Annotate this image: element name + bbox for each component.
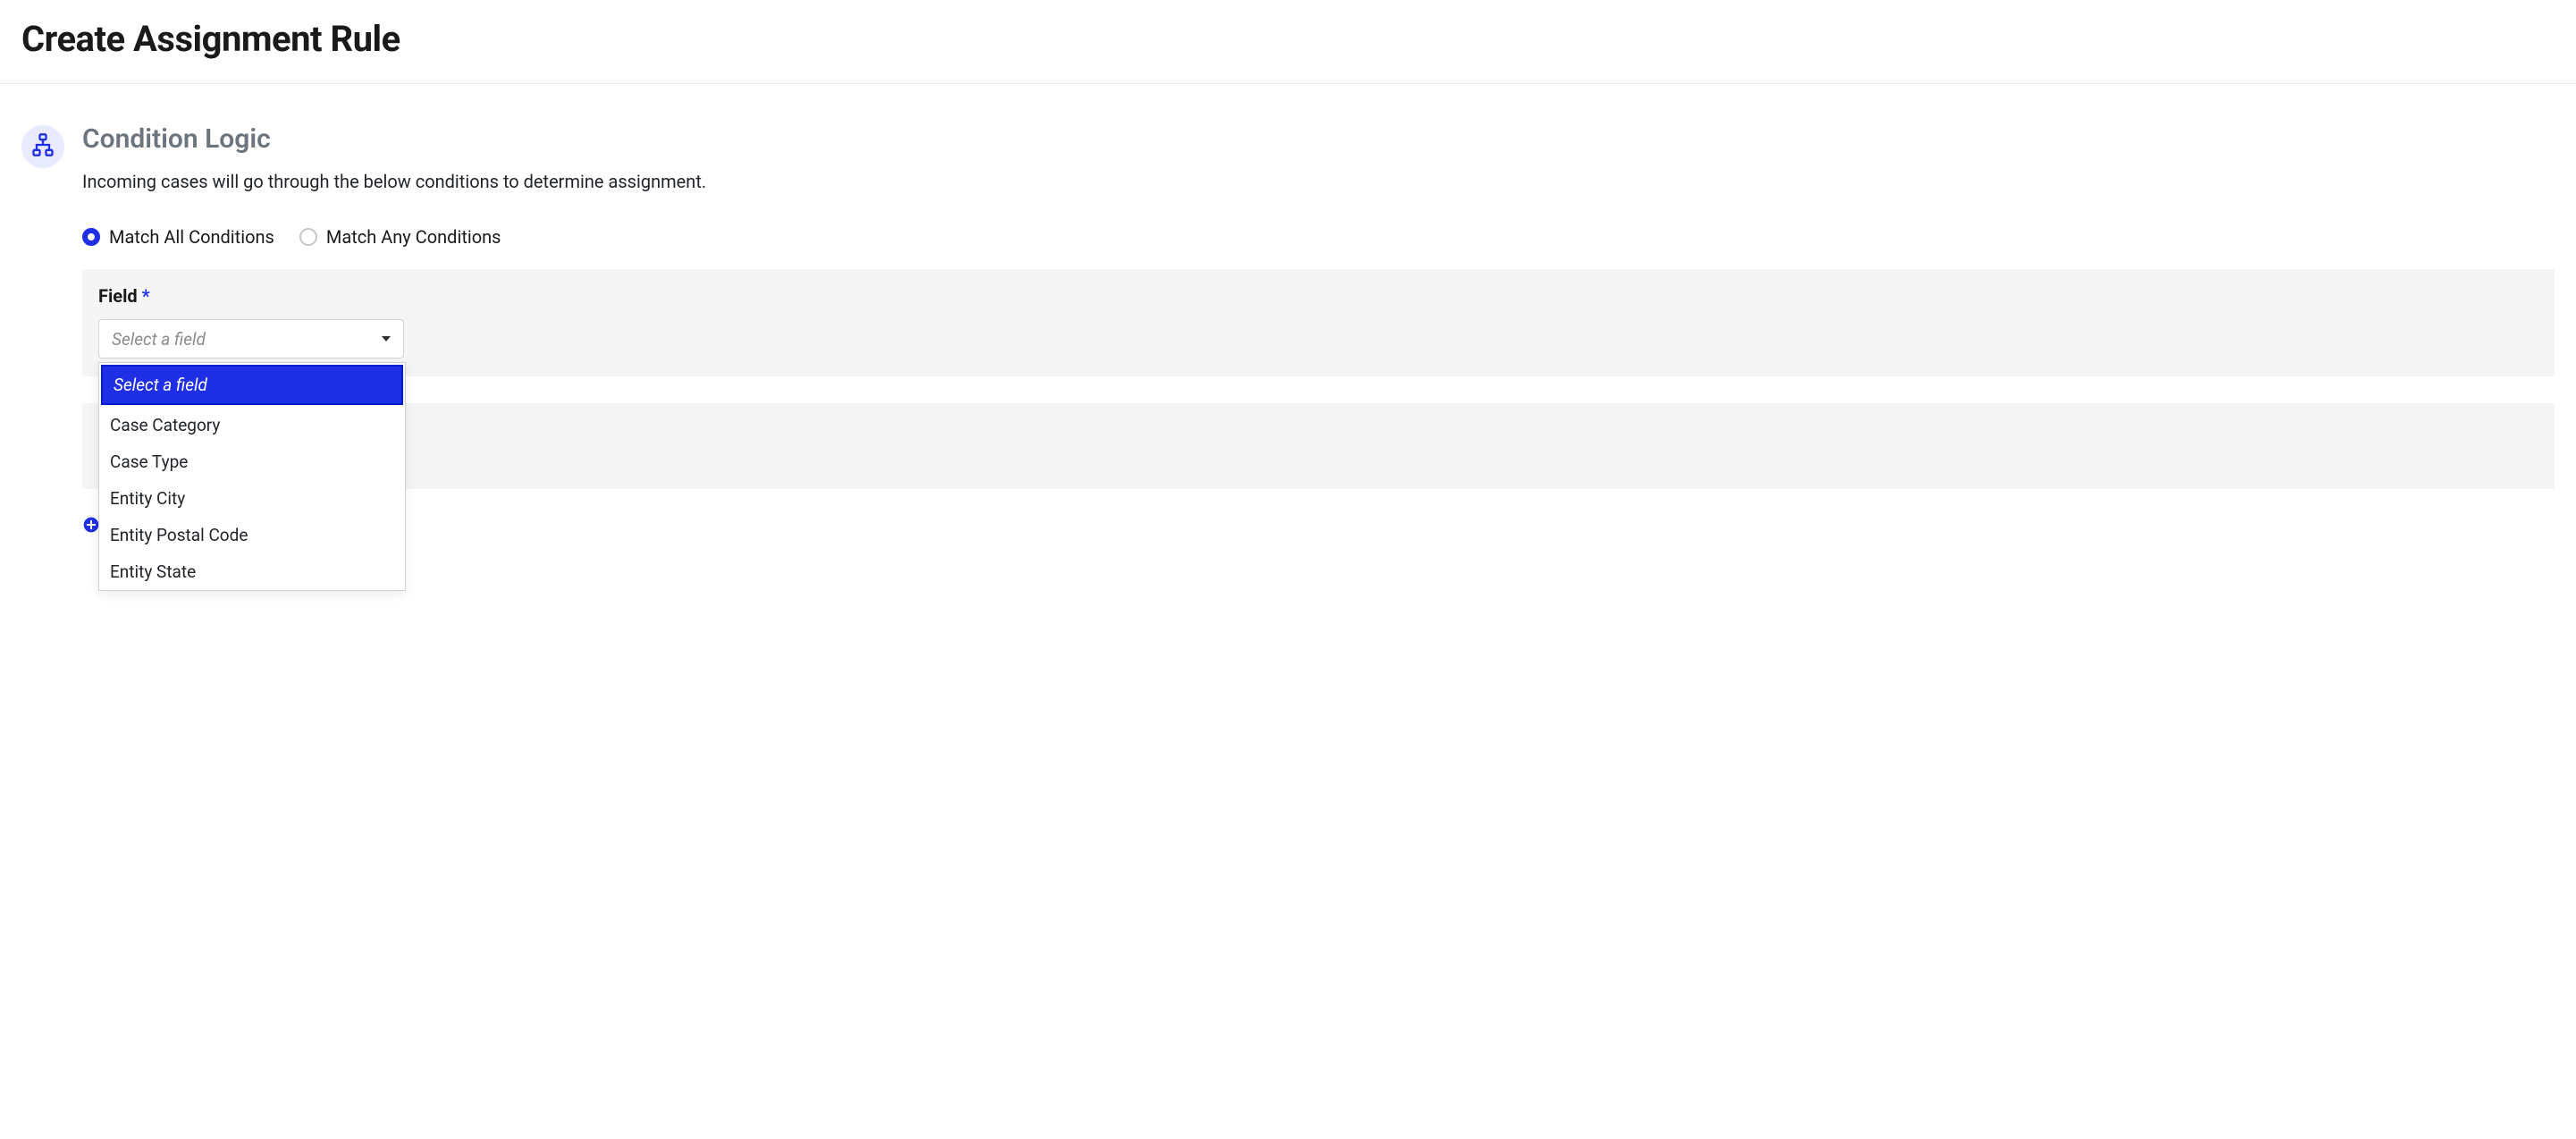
section-header: Condition Logic Incoming cases will go t…	[21, 123, 2555, 192]
dropdown-option[interactable]: Entity City	[99, 480, 405, 517]
field-label-text: Field	[98, 285, 138, 307]
dropdown-option-placeholder[interactable]: Select a field	[101, 365, 403, 405]
page-title: Create Assignment Rule	[21, 18, 2555, 60]
radio-match-all-label: Match All Conditions	[109, 226, 274, 248]
section-title: Condition Logic	[82, 123, 2555, 155]
field-dropdown[interactable]: Select a field Select a field Case Categ…	[98, 319, 404, 359]
form-area: Match All Conditions Match Any Condition…	[82, 226, 2555, 537]
radio-match-any[interactable]: Match Any Conditions	[299, 226, 501, 248]
dropdown-option[interactable]: Entity Postal Code	[99, 517, 405, 553]
caret-down-icon	[382, 336, 391, 342]
plus-circle-icon	[82, 516, 100, 534]
page-header: Create Assignment Rule	[0, 0, 2576, 84]
radio-circle-icon	[299, 228, 317, 246]
dropdown-region: A Select a field Select a field Case Cat…	[98, 319, 2538, 359]
radio-match-all[interactable]: Match All Conditions	[82, 226, 274, 248]
hierarchy-icon	[30, 132, 55, 161]
dropdown-placeholder: Select a field	[112, 329, 206, 350]
dropdown-panel: Select a field Case Category Case Type E…	[98, 362, 406, 591]
section-description: Incoming cases will go through the below…	[82, 171, 2555, 192]
dropdown-option[interactable]: Case Type	[99, 443, 405, 480]
dropdown-option[interactable]: Case Category	[99, 407, 405, 443]
section-text: Condition Logic Incoming cases will go t…	[82, 123, 2555, 192]
radio-dot-icon	[82, 228, 100, 246]
content-area: Condition Logic Incoming cases will go t…	[0, 84, 2576, 559]
condition-box: Field * A Select a field Select a field …	[82, 269, 2555, 376]
dropdown-option[interactable]: Entity State	[99, 553, 405, 590]
field-label: Field *	[98, 285, 2538, 307]
required-indicator: *	[142, 285, 150, 307]
secondary-condition-box	[82, 403, 2555, 489]
match-radio-group: Match All Conditions Match Any Condition…	[82, 226, 2555, 248]
condition-logic-icon-wrapper	[21, 125, 64, 168]
dropdown-control[interactable]: Select a field	[98, 319, 404, 359]
radio-match-any-label: Match Any Conditions	[326, 226, 501, 248]
